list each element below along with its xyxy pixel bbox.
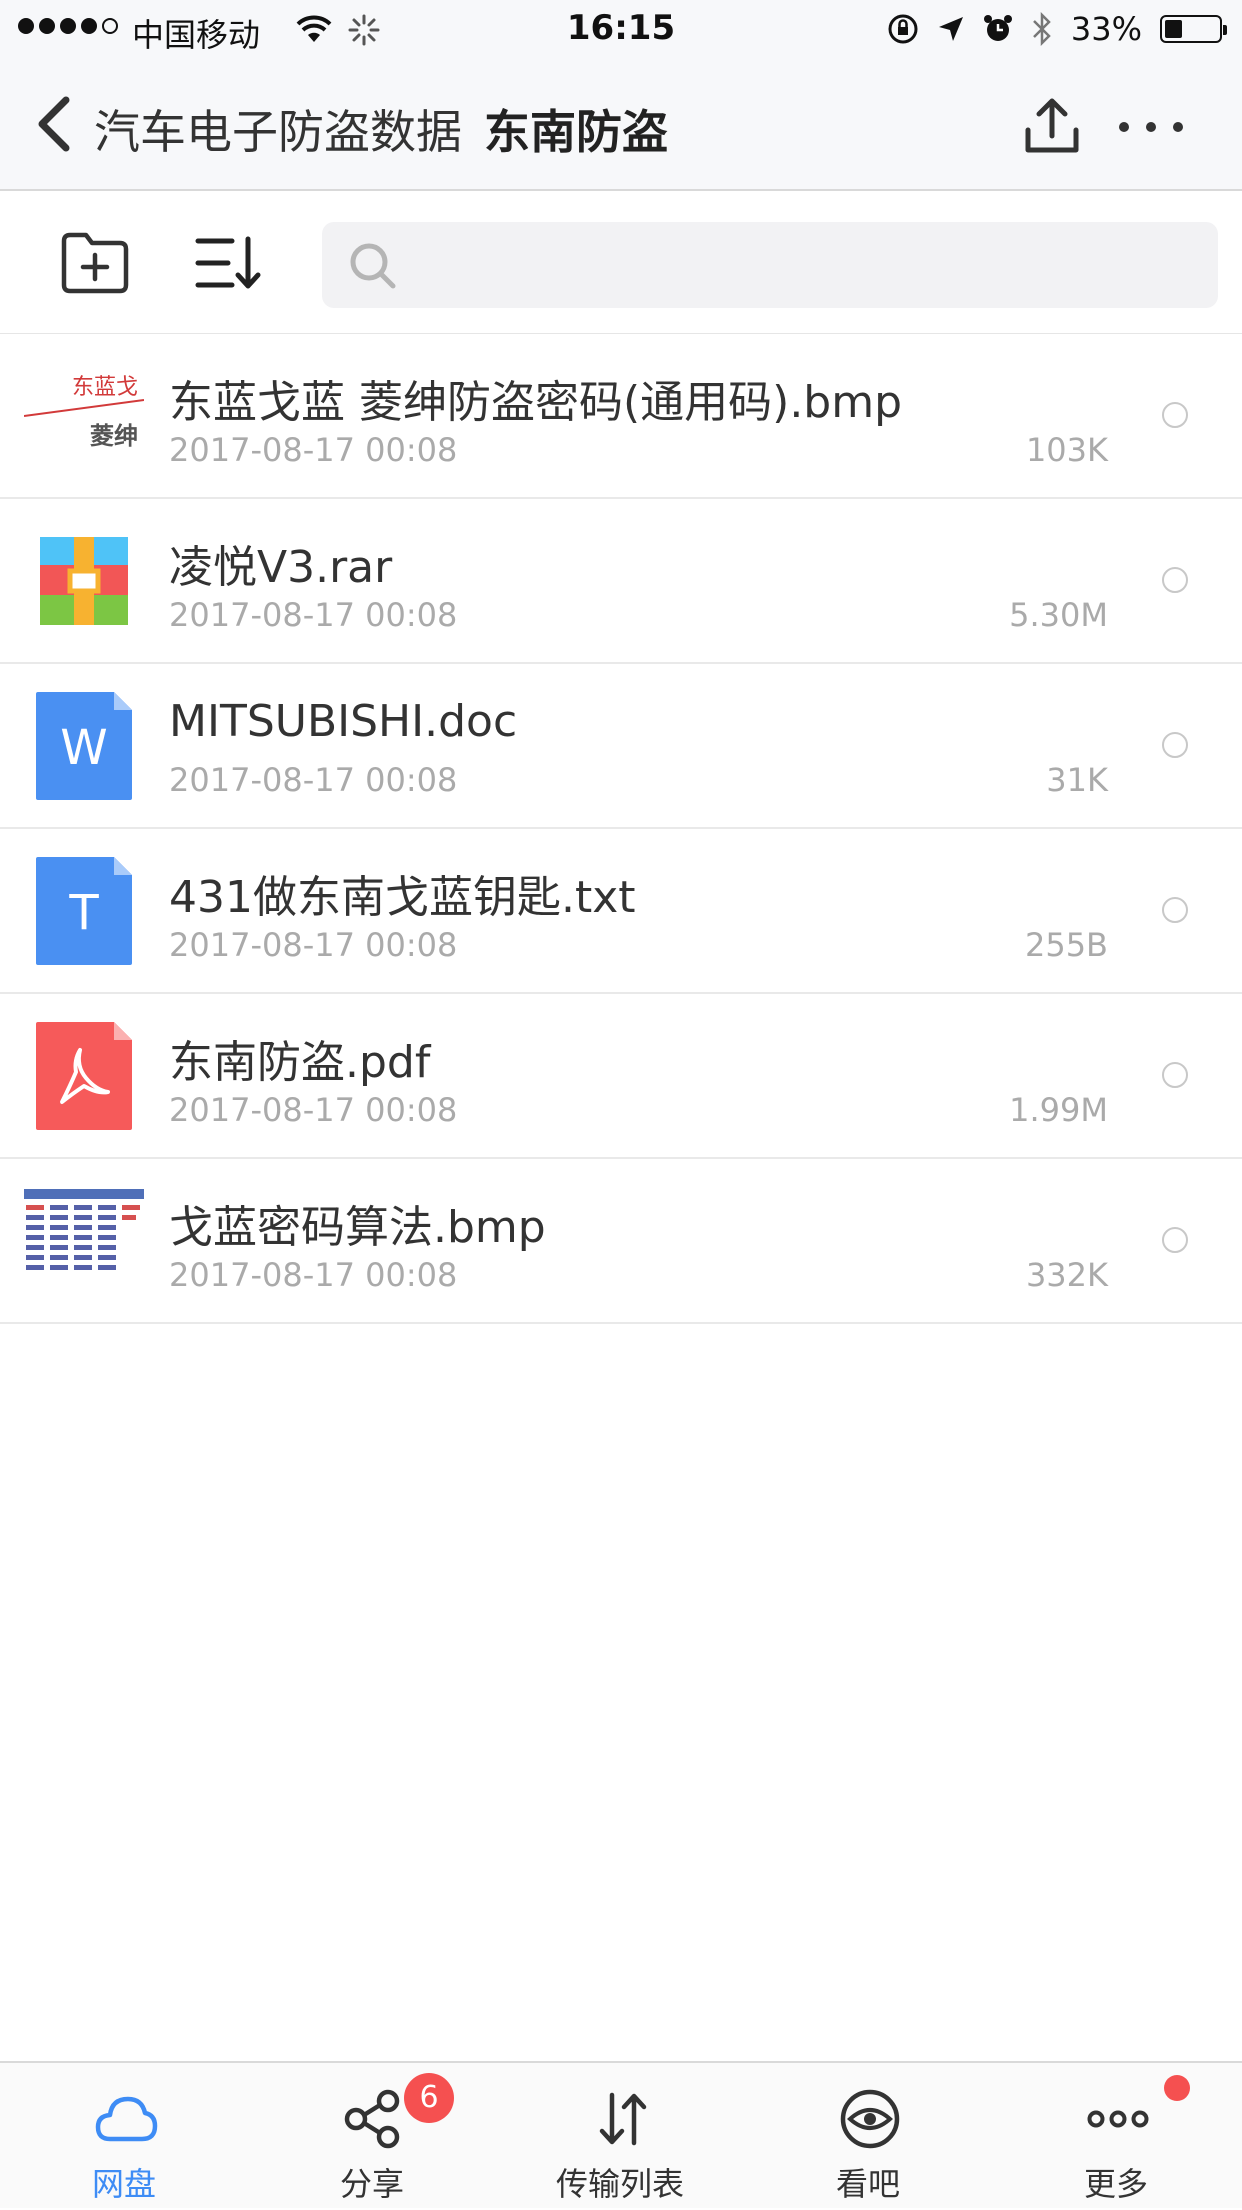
file-row-3[interactable]: W MITSUBISHI.doc 2017-08-17 00:08 31K [0,664,1242,829]
tab-transfer-list[interactable]: 传输列表 [496,2063,744,2210]
file-row-1[interactable]: 东蓝戈 菱绅 东蓝戈蓝 菱绅防盗密码(通用码).bmp 2017-08-17 0… [0,334,1242,499]
alarm-icon [983,15,1012,41]
text-file-icon: T [36,857,132,965]
more-dots-icon [1087,2110,1149,2128]
file-date: 2017-08-17 00:08 [169,1256,458,1294]
back-arrow-icon[interactable] [30,94,90,154]
image-thumbnail-icon: 东蓝戈 菱绅 [24,356,144,476]
file-row-6[interactable]: 戈蓝密码算法.bmp 2017-08-17 00:08 332K [0,1159,1242,1324]
status-bar: 中国移动 16:15 33% [0,0,1242,60]
select-radio[interactable] [1162,1227,1188,1253]
cloud-icon [95,2096,158,2142]
breadcrumb-parent-folder[interactable]: 汽车电子防盗数据 [94,105,462,159]
file-size: 332K [1025,1256,1108,1294]
image-thumbnail-icon [24,1181,144,1301]
file-name: MITSUBISHI.doc [169,696,518,747]
tab-label: 传输列表 [555,2165,684,2203]
file-row-4[interactable]: T 431做东南戈蓝钥匙.txt 2017-08-17 00:08 255B [0,829,1242,994]
bluetooth-icon [1032,12,1051,46]
tab-more[interactable]: 更多 [992,2063,1240,2210]
tab-kanba[interactable]: 看吧 [744,2063,992,2210]
sort-icon[interactable] [194,233,262,293]
file-date: 2017-08-17 00:08 [169,1091,458,1129]
select-radio[interactable] [1162,732,1188,758]
more-options-icon[interactable] [1116,112,1186,142]
tab-bar: 网盘 6 分享 传输列表 看吧 更多 [0,2061,1242,2208]
select-radio[interactable] [1162,1062,1188,1088]
file-size: 5.30M [1009,596,1108,634]
battery-percentage: 33% [1070,10,1142,48]
select-radio[interactable] [1162,897,1188,923]
file-date: 2017-08-17 00:08 [169,926,458,964]
file-name: 431做东南戈蓝钥匙.txt [169,872,636,923]
upload-icon[interactable] [1022,96,1082,156]
battery-icon [1160,15,1227,43]
file-name: 戈蓝密码算法.bmp [169,1202,546,1253]
transfer-icon [599,2092,647,2146]
tab-netdisk[interactable]: 网盘 [0,2063,248,2210]
file-size: 31K [1046,761,1108,799]
share-count-badge: 6 [404,2073,454,2123]
file-size: 103K [1025,431,1108,469]
file-size: 255B [1024,926,1108,964]
file-name: 东蓝戈蓝 菱绅防盗密码(通用码).bmp [169,377,903,428]
file-date: 2017-08-17 00:08 [169,431,458,469]
new-folder-icon[interactable] [60,231,130,295]
tab-label: 看吧 [835,2165,900,2203]
file-date: 2017-08-17 00:08 [169,596,458,634]
file-name: 东南防盗.pdf [169,1037,431,1088]
file-list: 东蓝戈 菱绅 东蓝戈蓝 菱绅防盗密码(通用码).bmp 2017-08-17 0… [0,334,1242,1324]
eye-icon [840,2089,900,2149]
search-input[interactable] [322,222,1218,308]
select-radio[interactable] [1162,567,1188,593]
file-row-2[interactable]: 凌悦V3.rar 2017-08-17 00:08 5.30M [0,499,1242,664]
word-document-icon: W [36,692,132,800]
navigation-bar: 汽车电子防盗数据 东南防盗 [0,60,1242,191]
share-icon [344,2089,400,2149]
pdf-file-icon [36,1022,132,1130]
tab-label: 更多 [1083,2165,1148,2203]
select-radio[interactable] [1162,402,1188,428]
orientation-lock-icon [888,14,918,44]
svg-text:W: W [60,720,107,776]
file-size: 1.99M [1009,1091,1108,1129]
svg-text:东蓝戈: 东蓝戈 [72,375,138,400]
page-title: 东南防盗 [484,105,668,159]
tab-share[interactable]: 6 分享 [248,2063,496,2210]
file-name: 凌悦V3.rar [169,542,393,593]
file-row-5[interactable]: 东南防盗.pdf 2017-08-17 00:08 1.99M [0,994,1242,1159]
notification-dot [1164,2075,1190,2101]
location-icon [938,17,963,41]
tab-label: 分享 [339,2165,404,2203]
svg-text:T: T [68,885,99,941]
file-date: 2017-08-17 00:08 [169,761,458,799]
archive-file-icon [40,537,128,625]
breadcrumb: 汽车电子防盗数据 东南防盗 [94,96,668,162]
toolbar [0,191,1242,334]
svg-text:菱绅: 菱绅 [90,422,138,450]
tab-label: 网盘 [91,2165,156,2203]
